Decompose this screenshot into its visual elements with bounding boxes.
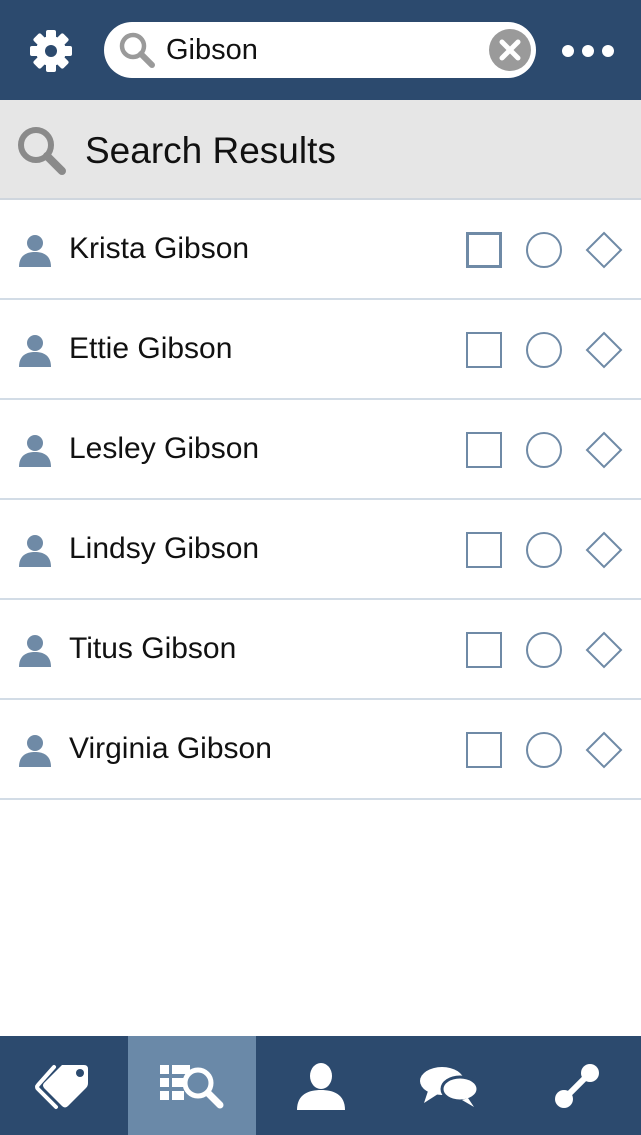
circle-icon[interactable] bbox=[526, 432, 562, 468]
list-item[interactable]: Lesley Gibson bbox=[0, 400, 641, 500]
section-header: Search Results bbox=[0, 100, 641, 200]
diamond-icon[interactable] bbox=[585, 231, 623, 269]
list-item[interactable]: Virginia Gibson bbox=[0, 700, 641, 800]
list-item[interactable]: Krista Gibson bbox=[0, 200, 641, 300]
more-dot bbox=[562, 45, 574, 57]
tab-connect[interactable] bbox=[513, 1036, 641, 1135]
list-item[interactable]: Ettie Gibson bbox=[0, 300, 641, 400]
gear-icon[interactable] bbox=[27, 27, 75, 75]
diamond-icon[interactable] bbox=[585, 331, 623, 369]
person-icon bbox=[17, 333, 53, 367]
circle-icon[interactable] bbox=[526, 232, 562, 268]
result-name: Krista Gibson bbox=[69, 232, 250, 265]
square-icon[interactable] bbox=[466, 332, 502, 368]
clear-icon[interactable] bbox=[488, 28, 532, 72]
circle-icon[interactable] bbox=[526, 732, 562, 768]
circle-icon[interactable] bbox=[526, 532, 562, 568]
more-dot bbox=[602, 45, 614, 57]
top-bar bbox=[0, 0, 641, 100]
connect-icon bbox=[554, 1063, 599, 1108]
result-name: Virginia Gibson bbox=[69, 732, 272, 765]
square-icon[interactable] bbox=[466, 232, 502, 268]
more-icon[interactable] bbox=[562, 36, 614, 66]
tab-tags[interactable] bbox=[0, 1036, 128, 1135]
circle-icon[interactable] bbox=[526, 632, 562, 668]
circle-icon[interactable] bbox=[526, 332, 562, 368]
results-list: Krista Gibson Ettie Gibson Lesley Gibson bbox=[0, 200, 641, 800]
search-icon bbox=[118, 31, 156, 69]
diamond-icon[interactable] bbox=[585, 431, 623, 469]
person-icon bbox=[17, 733, 53, 767]
square-icon[interactable] bbox=[466, 432, 502, 468]
search-bar bbox=[104, 22, 536, 78]
person-icon bbox=[17, 633, 53, 667]
person-icon bbox=[17, 233, 53, 267]
result-name: Titus Gibson bbox=[69, 632, 237, 665]
tab-search[interactable] bbox=[128, 1036, 257, 1135]
result-name: Ettie Gibson bbox=[69, 332, 233, 365]
square-icon[interactable] bbox=[466, 532, 502, 568]
diamond-icon[interactable] bbox=[585, 531, 623, 569]
search-icon bbox=[16, 126, 70, 176]
diamond-icon[interactable] bbox=[585, 631, 623, 669]
profile-icon bbox=[296, 1062, 345, 1110]
more-dot bbox=[582, 45, 594, 57]
app-screen: Search Results Krista Gibson Ettie Gibso… bbox=[0, 0, 641, 1135]
square-icon[interactable] bbox=[466, 732, 502, 768]
person-icon bbox=[17, 433, 53, 467]
list-item[interactable]: Lindsy Gibson bbox=[0, 500, 641, 600]
square-icon[interactable] bbox=[466, 632, 502, 668]
chat-icon bbox=[419, 1066, 480, 1107]
list-item[interactable]: Titus Gibson bbox=[0, 600, 641, 700]
tags-icon bbox=[35, 1064, 89, 1109]
tab-chat[interactable] bbox=[385, 1036, 513, 1135]
tab-bar bbox=[0, 1036, 641, 1135]
result-name: Lesley Gibson bbox=[69, 432, 260, 465]
search-list-icon bbox=[160, 1064, 224, 1108]
diamond-icon[interactable] bbox=[585, 731, 623, 769]
search-input[interactable] bbox=[166, 30, 466, 70]
result-name: Lindsy Gibson bbox=[69, 532, 260, 565]
person-icon bbox=[17, 533, 53, 567]
tab-profile[interactable] bbox=[256, 1036, 384, 1135]
page-title: Search Results bbox=[85, 130, 336, 171]
